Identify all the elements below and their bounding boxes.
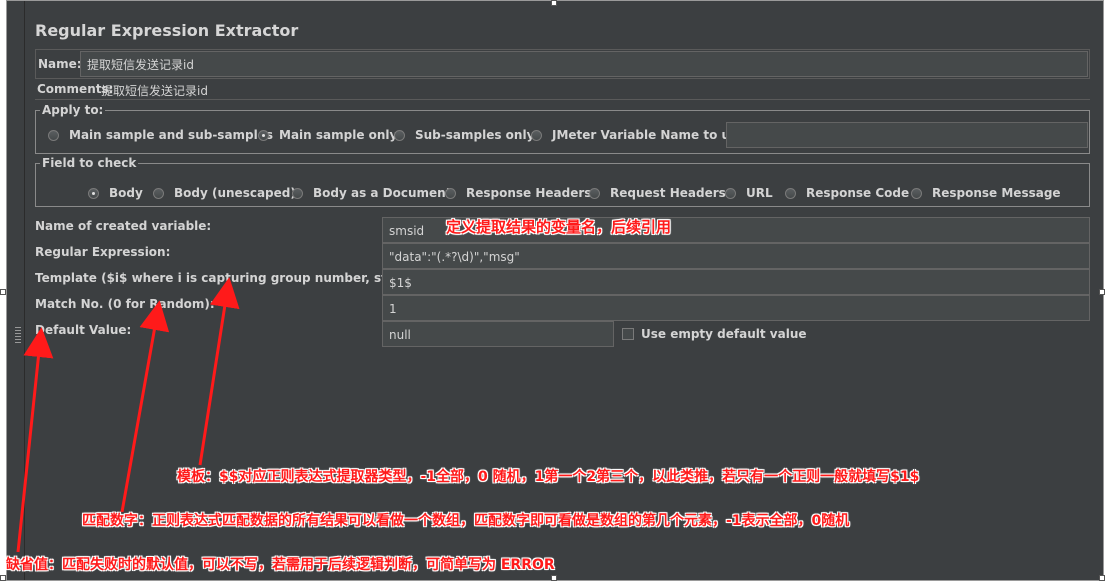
match-annotation: 匹配数字：正则表达式匹配数据的所有结果可以看做一个数组，匹配数字即可看做是数组的…: [82, 513, 850, 529]
template-arrow: [198, 277, 240, 466]
variable-annotation: 定义提取结果的变量名，后续引用: [446, 218, 672, 236]
default-annotation: 缺省值：匹配失败时的默认值，可以不写，若需用于后续逻辑判断，可简单写为 ERRO…: [6, 557, 555, 573]
template-annotation: 模板：$$对应正则表达式提取器类型，-1全部，0 随机，1第一个2第三个，以此类…: [177, 469, 920, 485]
match-no-arrow: [120, 300, 170, 513]
annotation-arrows: [16, 277, 240, 553]
default-value-arrow: [16, 327, 54, 553]
